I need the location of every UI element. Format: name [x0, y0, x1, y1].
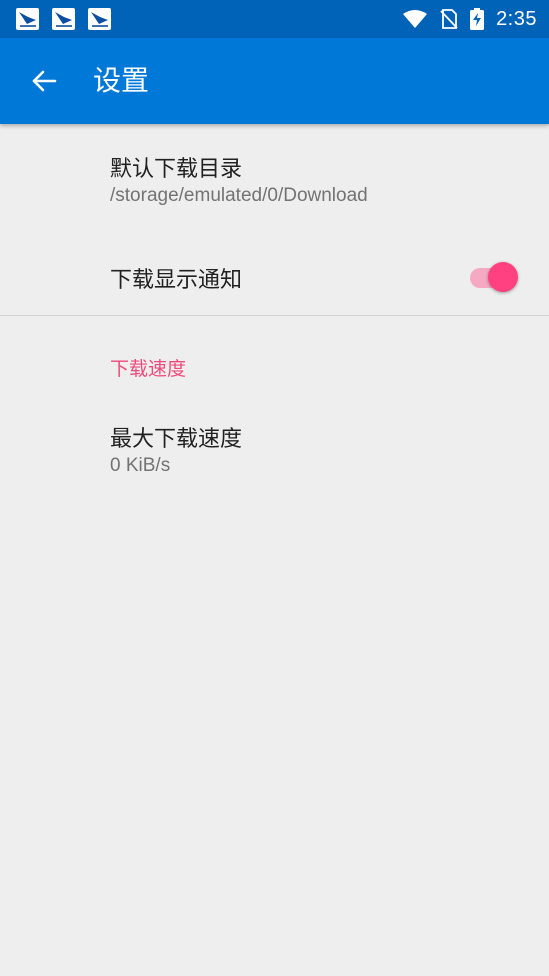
- pref-max-download-speed[interactable]: 最大下载速度 0 KiB/s: [0, 400, 549, 490]
- no-sim-icon: [440, 9, 458, 29]
- page-title: 设置: [93, 64, 150, 97]
- app-bar: 设置: [0, 38, 549, 124]
- system-status-icons: 2:35: [402, 0, 537, 38]
- app-notification-icon: [52, 8, 75, 30]
- pref-summary: 0 KiB/s: [110, 455, 171, 476]
- back-button[interactable]: [22, 59, 66, 103]
- divider: [0, 315, 549, 316]
- status-time: 2:35: [496, 7, 537, 30]
- status-bar: 2:35: [0, 0, 549, 38]
- pref-title: 默认下载目录: [110, 157, 243, 182]
- pref-download-directory[interactable]: 默认下载目录 /storage/emulated/0/Download: [0, 124, 549, 234]
- battery-charging-icon: [470, 8, 485, 30]
- notification-toggle[interactable]: [470, 261, 520, 292]
- pref-download-notification[interactable]: 下载显示通知: [0, 234, 549, 314]
- arrow-back-icon: [32, 70, 57, 92]
- app-notification-icon: [16, 8, 39, 30]
- toggle-thumb: [488, 262, 518, 292]
- wifi-icon: [403, 10, 428, 28]
- pref-title: 最大下载速度: [110, 427, 243, 452]
- pref-title: 下载显示通知: [110, 268, 243, 293]
- pref-summary: /storage/emulated/0/Download: [110, 185, 368, 206]
- app-notification-icon: [88, 8, 111, 30]
- category-download-speed: 下载速度: [110, 358, 187, 380]
